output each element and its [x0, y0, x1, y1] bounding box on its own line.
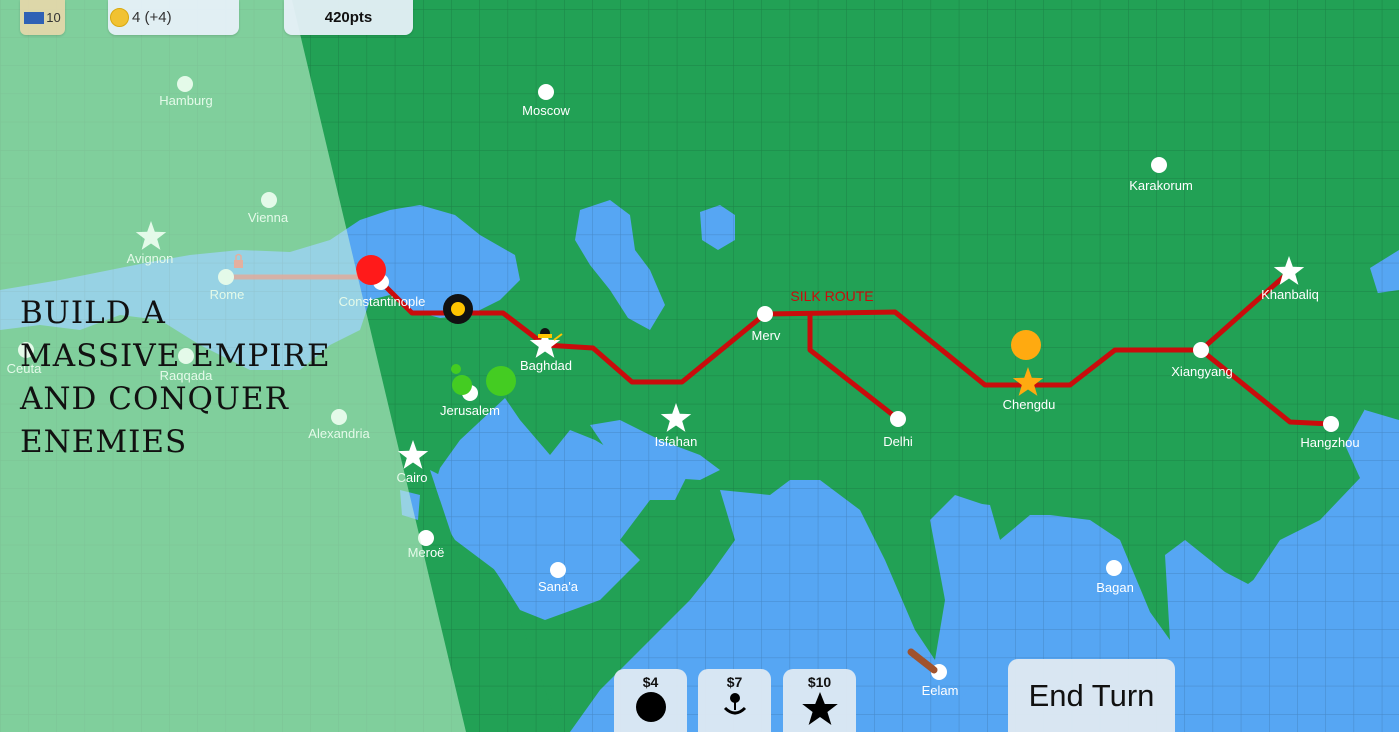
star-icon [801, 692, 838, 725]
orange-empire-marker[interactable] [1011, 330, 1041, 360]
flag-icon [24, 11, 45, 24]
buy-catapult-button[interactable]: $7 [698, 669, 771, 732]
flags-value: 10 [46, 10, 61, 25]
tagline-line-4: ENEMIES [20, 424, 188, 460]
city-dot-icon [550, 562, 566, 578]
city-dot-icon [1323, 416, 1339, 432]
city-dot-icon [538, 84, 554, 100]
coins-value: 4 (+4) [132, 9, 172, 26]
flags-counter: 10 [20, 0, 65, 35]
end-turn-label: End Turn [1028, 677, 1155, 713]
city-dot-icon [890, 411, 906, 427]
city-label: Xiangyang [1171, 364, 1232, 379]
city-label: Karakorum [1129, 178, 1193, 193]
end-turn-button[interactable]: End Turn [1008, 659, 1175, 732]
catapult-icon [723, 693, 746, 715]
city-label: Chengdu [1003, 397, 1056, 412]
city-label: Eelam [922, 683, 959, 698]
city-label: Moscow [522, 103, 570, 118]
green-empire-marker-small[interactable] [452, 375, 472, 395]
green-empire-marker-large[interactable] [486, 366, 516, 396]
city-label: Delhi [883, 434, 913, 449]
points-value: 420pts [324, 9, 373, 26]
route-label: SILK ROUTE [790, 288, 873, 304]
coins-counter: 4 (+4) [108, 0, 239, 35]
buy-capital-button[interactable]: $10 [783, 669, 856, 732]
points-counter: 420pts [284, 0, 413, 35]
city-label: Sana'a [538, 579, 579, 594]
red-empire-marker[interactable] [356, 255, 386, 285]
buy-city-price: $4 [642, 674, 659, 690]
city-label: Khanbaliq [1261, 287, 1319, 302]
city-label: Isfahan [655, 434, 698, 449]
city-dot-icon [1151, 157, 1167, 173]
black-circle-icon [635, 692, 666, 722]
promo-tagline: BUILD A MASSIVE EMPIRE AND CONQUER ENEMI… [20, 292, 400, 464]
city-label: Baghdad [520, 358, 572, 373]
city-dot-icon [1106, 560, 1122, 576]
tagline-line-3: AND CONQUER [20, 381, 289, 417]
coin-icon [110, 8, 129, 27]
city-label: Hangzhou [1300, 435, 1359, 450]
city-label: Jerusalem [440, 403, 500, 418]
city-dot-icon [757, 306, 773, 322]
city-label: Merv [752, 328, 781, 343]
buy-city-button[interactable]: $4 [614, 669, 687, 732]
buy-capital-price: $10 [807, 674, 832, 690]
tagline-line-1: BUILD A [20, 295, 166, 331]
green-empire-marker-tiny [451, 364, 461, 374]
yellow-empire-inner [451, 302, 465, 316]
tagline-line-2: MASSIVE EMPIRE [20, 338, 331, 374]
city-label: Bagan [1096, 580, 1134, 595]
city-dot-icon [1193, 342, 1209, 358]
buy-catapult-price: $7 [726, 674, 743, 690]
